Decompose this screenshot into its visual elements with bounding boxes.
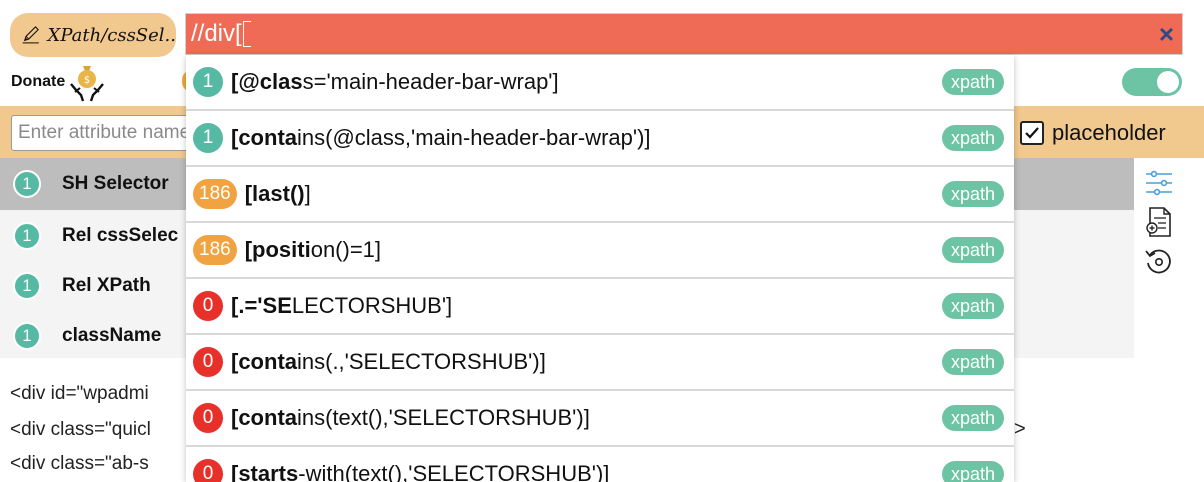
suggestion-completion: s='main-header-bar-wrap'] [302,69,559,94]
sliders-icon[interactable] [1144,168,1174,198]
suggestion-item[interactable]: 186 [position()=1] xpath [186,223,1014,279]
selectorshub-panel: XPath/cssSel.. //div[ × Donate $ Enter a… [0,0,1204,482]
suggestion-typed-part: [conta [231,349,297,374]
placeholder-checkbox-label: placeholder [1052,120,1166,145]
match-count-badge: 1 [13,222,41,250]
mode-label: XPath/cssSel.. [47,24,176,46]
selector-input-value: //div[ [191,20,242,47]
suggestion-completion: ins(@class,'main-header-bar-wrap')] [297,125,651,150]
suggestion-item[interactable]: 1 [@class='main-header-bar-wrap'] xpath [186,55,1014,111]
match-count-badge: 1 [13,272,41,300]
suggestion-item[interactable]: 0 [contains(text(),'SELECTORSHUB')] xpat… [186,391,1014,447]
suggestion-text: [position()=1] [245,237,381,263]
suggestion-text: [@class='main-header-bar-wrap'] [231,69,559,95]
selector-type-label: className [62,325,162,346]
match-count-badge: 0 [193,347,223,377]
suggestion-text: [starts-with(text(),'SELECTORSHUB')] [231,461,609,482]
xpath-tag: xpath [941,461,1004,482]
mode-toggle-button[interactable]: XPath/cssSel.. [10,13,176,57]
toggle-switch[interactable] [1122,68,1182,96]
match-count-badge: 1 [193,123,223,153]
suggestion-typed-part: [last() [244,181,305,206]
match-count-badge: 186 [193,235,237,265]
donate-label: Donate [11,73,66,90]
xpath-tag: xpath [941,349,1004,375]
match-count-badge: 1 [13,322,41,350]
match-count-badge: 1 [193,67,223,97]
match-count-badge: 0 [193,291,223,321]
donate-link[interactable]: Donate $ [11,62,105,102]
xpath-tag: xpath [941,293,1004,319]
selector-type-label: SH Selector [62,173,169,194]
suggestion-completion: LECTORSHUB'] [291,293,453,318]
xpath-tag: xpath [941,237,1004,263]
match-count-badge: 186 [193,179,237,209]
autosuggest-dropdown: 1 [@class='main-header-bar-wrap'] xpath … [186,55,1014,482]
pencil-icon [22,26,39,44]
suggestion-typed-part: [conta [231,125,297,150]
dom-node-line[interactable]: <div class="quicl [10,419,151,441]
suggestion-completion: ] [304,181,311,206]
suggestion-text: [contains(text(),'SELECTORSHUB')] [231,405,590,431]
suggestion-text: [contains(@class,'main-header-bar-wrap')… [231,125,651,151]
dom-node-line[interactable]: <div id="wpadmi [10,383,149,405]
suggestion-typed-part: [.='SE [231,293,292,318]
reset-history-icon[interactable] [1144,246,1174,276]
suggestion-typed-part: [starts [231,461,299,482]
xpath-tag: xpath [941,69,1004,95]
checkbox-icon[interactable] [1020,121,1044,145]
xpath-tag: xpath [941,181,1004,207]
match-count-badge: 0 [193,459,223,482]
selector-input[interactable]: //div[ × [185,13,1183,55]
document-add-icon[interactable] [1144,206,1174,238]
suggestion-typed-part: [positi [244,237,311,262]
suggestion-completion: -with(text(),'SELECTORSHUB')] [298,461,610,482]
xpath-tag: xpath [941,405,1004,431]
svg-text:$: $ [84,75,90,86]
suggestion-item[interactable]: 1 [contains(@class,'main-header-bar-wrap… [186,111,1014,167]
suggestion-text: [.='SELECTORSHUB'] [231,293,452,319]
match-count-badge: 1 [13,170,41,198]
suggestion-typed-part: [@clas [231,69,303,94]
suggestion-item[interactable]: 0 [.='SELECTORSHUB'] xpath [186,279,1014,335]
xpath-tag: xpath [941,125,1004,151]
suggestion-typed-part: [conta [231,405,297,430]
suggestion-text: [last()] [245,181,311,207]
dom-node-tail: > [1014,418,1026,440]
suggestion-completion: on()=1] [310,237,382,262]
suggestion-item[interactable]: 0 [starts-with(text(),'SELECTORSHUB')] x… [186,447,1014,482]
dom-node-line[interactable]: <div class="ab-s [10,453,149,475]
money-bag-hands-icon: $ [70,66,105,102]
suggestion-completion: ins(text(),'SELECTORSHUB')] [297,405,590,430]
suggestion-completion: ins(.,'SELECTORSHUB')] [297,349,546,374]
clear-icon[interactable]: × [1159,21,1174,47]
selector-type-label: Rel XPath [62,275,151,296]
placeholder-checkbox[interactable]: placeholder [1020,120,1166,146]
suggestion-item[interactable]: 0 [contains(.,'SELECTORSHUB')] xpath [186,335,1014,391]
text-cursor [242,21,251,47]
suggestion-text: [contains(.,'SELECTORSHUB')] [231,349,546,375]
side-toolbar [1134,158,1204,358]
suggestion-item[interactable]: 186 [last()] xpath [186,167,1014,223]
toggle-knob [1157,71,1179,93]
match-count-badge: 0 [193,403,223,433]
selector-type-label: Rel cssSelec [62,225,179,246]
